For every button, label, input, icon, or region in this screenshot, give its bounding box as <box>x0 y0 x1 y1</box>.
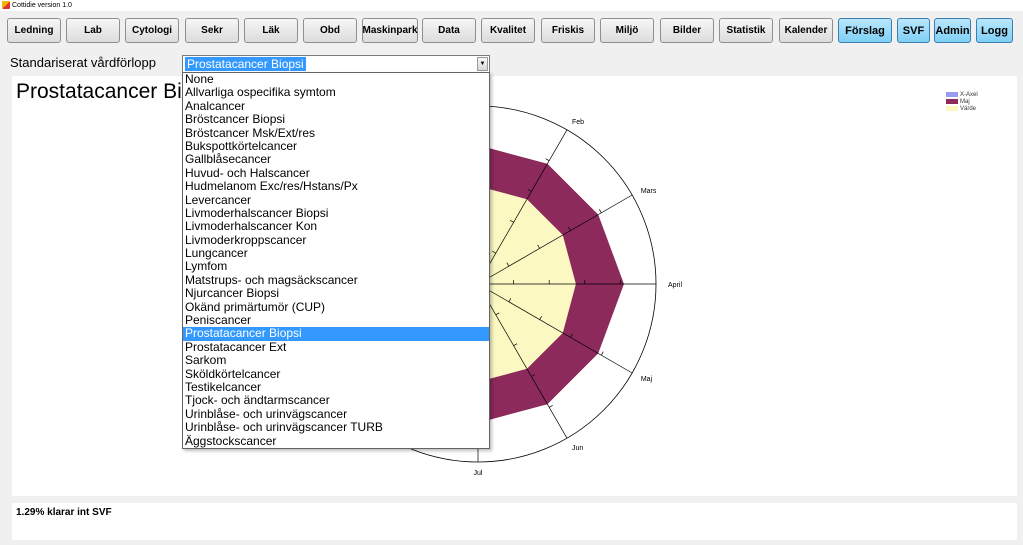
dropdown-option[interactable]: Levercancer <box>183 193 489 207</box>
dropdown-option[interactable]: Njurcancer Biopsi <box>183 286 489 300</box>
legend-item: Värde <box>946 105 978 112</box>
dropdown-option[interactable]: Hudmelanom Exc/res/Hstans/Px <box>183 179 489 193</box>
radar-category-label: Mars <box>641 188 657 195</box>
dropdown-option[interactable]: Testikelcancer <box>183 380 489 394</box>
dropdown-option[interactable]: Prostatacancer Ext <box>183 340 489 354</box>
legend-label: Värde <box>960 105 977 112</box>
legend-item: Maj <box>946 98 978 105</box>
radar-tick <box>601 351 604 356</box>
dropdown-option[interactable]: Bröstcancer Biopsi <box>183 112 489 126</box>
radar-category-label: Maj <box>641 376 653 383</box>
radar-tick <box>549 405 553 408</box>
dropdown-option[interactable]: Livmoderkroppscancer <box>183 233 489 247</box>
radar-category-label: Feb <box>572 119 584 126</box>
dropdown-option[interactable]: Bröstcancer Msk/Ext/res <box>183 126 489 140</box>
dropdown-option[interactable]: Prostatacancer Biopsi <box>183 327 489 341</box>
dropdown-option[interactable]: None <box>183 72 489 86</box>
dropdown-option[interactable]: Allvarliga ospecifika symtom <box>183 85 489 99</box>
dropdown-option[interactable]: Bukspottkörtelcancer <box>183 139 489 153</box>
dropdown-option[interactable]: Lungcancer <box>183 246 489 260</box>
radar-category-label: Jul <box>474 470 483 477</box>
dropdown-option[interactable]: Matstrups- och magsäckscancer <box>183 273 489 287</box>
radar-category-label: Jun <box>572 445 583 452</box>
dropdown-option[interactable]: Urinblåse- och urinvägscancer TURB <box>183 420 489 434</box>
dropdown-option[interactable]: Okänd primärtumör (CUP) <box>183 300 489 314</box>
legend-item: X-Axel <box>946 91 978 98</box>
radar-tick <box>599 209 602 213</box>
dropdown-option[interactable]: Huvud- och Halscancer <box>183 166 489 180</box>
dropdown-option[interactable]: Sköldkörtelcancer <box>183 367 489 381</box>
radar-category-label: April <box>668 282 682 289</box>
dropdown-option[interactable]: Livmoderhalscancer Biopsi <box>183 206 489 220</box>
status-text: 1.29% klarar int SVF <box>16 507 112 518</box>
legend-swatch <box>946 106 958 111</box>
chart-legend: X-Axel Maj Värde <box>946 91 978 112</box>
dropdown-option[interactable]: Sarkom <box>183 353 489 367</box>
status-panel: 1.29% klarar int SVF <box>12 503 1017 540</box>
svf-dropdown-list[interactable]: None Allvarliga ospecifika symtom Analcanc… <box>182 72 490 449</box>
dropdown-option[interactable]: Peniscancer <box>183 313 489 327</box>
dropdown-option[interactable]: Urinblåse- och urinvägscancer <box>183 407 489 421</box>
legend-label: X-Axel <box>960 91 978 98</box>
legend-swatch <box>946 92 958 97</box>
dropdown-option[interactable]: Livmoderhalscancer Kon <box>183 219 489 233</box>
dropdown-option[interactable]: Analcancer <box>183 99 489 113</box>
dropdown-option[interactable]: Tjock- och ändtarmscancer <box>183 393 489 407</box>
dropdown-option[interactable]: Lymfom <box>183 260 489 274</box>
legend-swatch <box>946 99 958 104</box>
chart-title: Prostatacancer Bi <box>16 80 182 103</box>
legend-label: Maj <box>960 98 970 105</box>
radar-tick <box>545 158 550 161</box>
dropdown-option[interactable]: Äggstockscancer <box>183 434 489 448</box>
dropdown-option[interactable]: Gallblåsecancer <box>183 152 489 166</box>
